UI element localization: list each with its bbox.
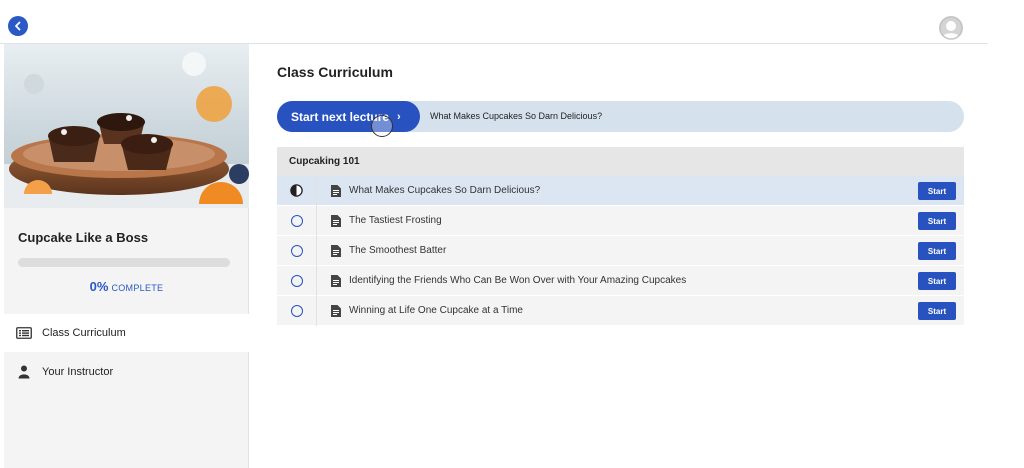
sidebar-item-your-instructor[interactable]: Your Instructor bbox=[4, 353, 249, 391]
start-lecture-button[interactable]: Start bbox=[918, 302, 956, 320]
lecture-title: Identifying the Friends Who Can Be Won O… bbox=[349, 275, 687, 286]
back-button[interactable] bbox=[8, 16, 28, 36]
start-lecture-button[interactable]: Start bbox=[918, 242, 956, 260]
mouse-cursor bbox=[371, 115, 393, 137]
lecture-title: The Tastiest Frosting bbox=[349, 215, 442, 226]
document-icon bbox=[331, 244, 343, 257]
empty-circle-icon bbox=[290, 304, 303, 317]
chevron-left-icon bbox=[15, 21, 21, 31]
progress-percent: 0% bbox=[89, 279, 109, 294]
document-icon bbox=[331, 304, 343, 317]
lecture-row[interactable]: The Smoothest Batter Start bbox=[277, 235, 964, 266]
user-icon bbox=[16, 364, 32, 380]
chevron-right-icon: › bbox=[397, 110, 401, 123]
next-lecture-title: What Makes Cupcakes So Darn Delicious? bbox=[430, 111, 603, 121]
empty-circle-icon bbox=[290, 244, 303, 257]
user-silhouette-icon bbox=[939, 16, 963, 40]
course-title: Cupcake Like a Boss bbox=[18, 230, 149, 245]
start-lecture-button[interactable]: Start bbox=[918, 272, 956, 290]
empty-circle-icon bbox=[290, 214, 303, 227]
lecture-status bbox=[277, 235, 317, 266]
half-circle-icon bbox=[290, 184, 303, 197]
course-progress-bar bbox=[18, 258, 230, 267]
lecture-title: The Smoothest Batter bbox=[349, 245, 447, 256]
lecture-row[interactable]: Identifying the Friends Who Can Be Won O… bbox=[277, 265, 964, 296]
lecture-status bbox=[277, 205, 317, 236]
lecture-row[interactable]: What Makes Cupcakes So Darn Delicious? S… bbox=[277, 175, 964, 206]
section-title: Cupcaking 101 bbox=[277, 147, 964, 176]
empty-circle-icon bbox=[290, 274, 303, 287]
top-bar bbox=[0, 0, 988, 44]
document-icon bbox=[331, 184, 343, 197]
lecture-row[interactable]: The Tastiest Frosting Start bbox=[277, 205, 964, 236]
page-title: Class Curriculum bbox=[277, 64, 393, 80]
lecture-title: Winning at Life One Cupcake at a Time bbox=[349, 305, 523, 316]
page: Cupcake Like a Boss 0% COMPLETE Class Cur… bbox=[0, 0, 1024, 468]
lecture-row[interactable]: Winning at Life One Cupcake at a Time St… bbox=[277, 295, 964, 326]
lecture-status bbox=[277, 265, 317, 296]
progress-label: COMPLETE bbox=[111, 283, 164, 293]
document-icon bbox=[331, 274, 343, 287]
document-icon bbox=[331, 214, 343, 227]
user-avatar[interactable] bbox=[939, 16, 963, 40]
lecture-title: What Makes Cupcakes So Darn Delicious? bbox=[349, 185, 541, 196]
start-next-lecture-button[interactable]: Start next lecture › bbox=[277, 101, 420, 132]
sidebar-item-label: Class Curriculum bbox=[42, 327, 126, 339]
list-icon bbox=[16, 325, 32, 341]
curriculum-section: Cupcaking 101 What Makes Cupcakes So Dar… bbox=[277, 147, 964, 326]
sidebar-item-label: Your Instructor bbox=[42, 366, 114, 378]
course-progress-text: 0% COMPLETE bbox=[4, 278, 249, 296]
start-lecture-button[interactable]: Start bbox=[918, 182, 956, 200]
lecture-status bbox=[277, 295, 317, 326]
start-lecture-button[interactable]: Start bbox=[918, 212, 956, 230]
course-sidebar: Cupcake Like a Boss 0% COMPLETE Class Cur… bbox=[4, 44, 249, 468]
sidebar-item-class-curriculum[interactable]: Class Curriculum bbox=[4, 314, 249, 352]
course-hero-image bbox=[4, 44, 249, 208]
lecture-status bbox=[277, 175, 317, 206]
